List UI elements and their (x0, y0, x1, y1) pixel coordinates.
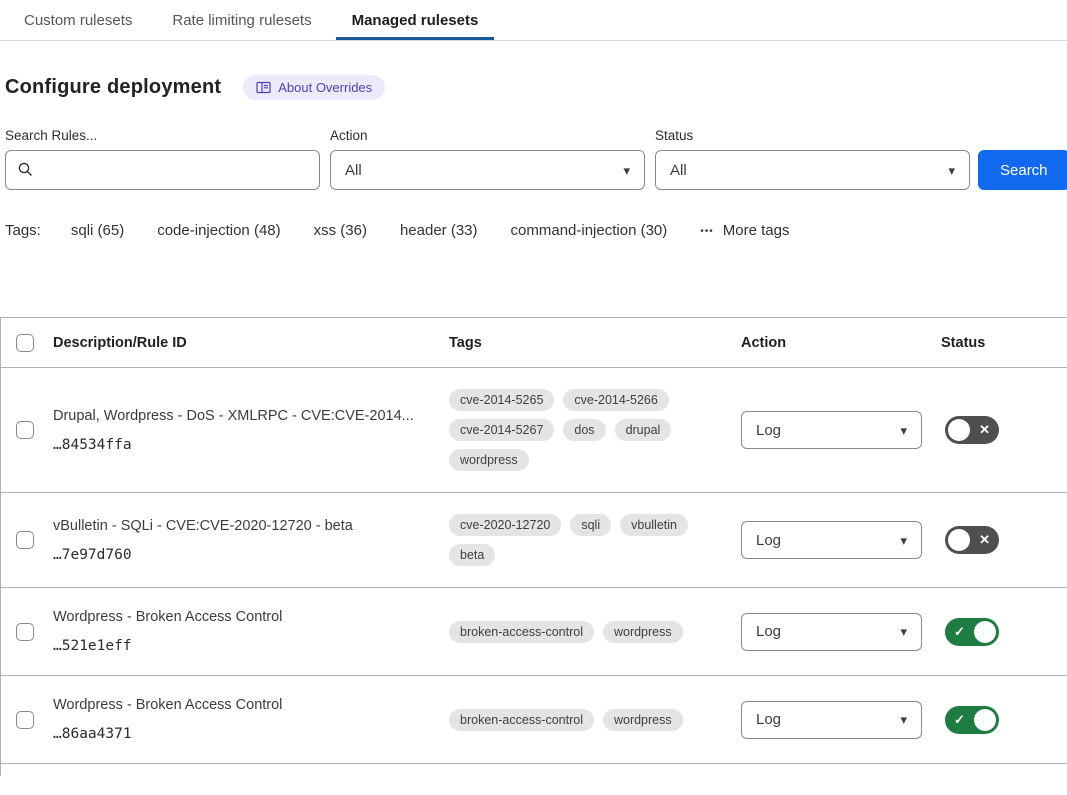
rule-action-select[interactable]: Log ▾ (741, 613, 922, 651)
rule-action-value: Log (756, 623, 781, 640)
badge-label: About Overrides (278, 80, 372, 95)
action-filter-label: Action (330, 128, 645, 143)
tag-pill: broken-access-control (449, 709, 594, 731)
tag-pill: cve-2014-5266 (563, 389, 668, 411)
tab-managed-rulesets[interactable]: Managed rulesets (352, 0, 479, 40)
toggle-knob (974, 621, 996, 643)
ruleset-tabs: Custom rulesets Rate limiting rulesets M… (0, 0, 1067, 41)
tag-filter-header[interactable]: header (33) (400, 222, 478, 239)
rule-status-toggle[interactable]: ✕ (945, 416, 999, 444)
tab-rate-limiting-rulesets[interactable]: Rate limiting rulesets (172, 0, 311, 40)
toggle-state-icon: ✓ (954, 706, 965, 734)
tag-pill: wordpress (603, 709, 683, 731)
rule-description: Wordpress - Broken Access Control (53, 609, 449, 625)
column-header-tags: Tags (449, 335, 741, 351)
action-filter-value: All (345, 162, 362, 179)
toggle-knob (974, 709, 996, 731)
tag-pill: cve-2014-5265 (449, 389, 554, 411)
managed-rulesets-page: Configure deployment About Overrides Sea… (0, 75, 1067, 776)
table-row: vBulletin - SQLi - CVE:CVE-2020-12720 - … (1, 493, 1067, 588)
tag-filter-sqli[interactable]: sqli (65) (71, 222, 124, 239)
column-header-status: Status (941, 335, 1067, 351)
tag-pill: drupal (615, 419, 672, 441)
row-checkbox[interactable] (16, 531, 34, 549)
tag-filter-xss[interactable]: xss (36) (314, 222, 367, 239)
chevron-down-icon: ▾ (900, 713, 907, 726)
table-header-row: Description/Rule ID Tags Action Status (1, 318, 1067, 368)
rule-tags: broken-access-control wordpress (449, 621, 741, 643)
rule-action-value: Log (756, 422, 781, 439)
rule-status-toggle[interactable]: ✓ (945, 706, 999, 734)
chevron-down-icon: ▾ (900, 424, 907, 437)
toggle-state-icon: ✕ (979, 416, 990, 444)
tag-pill: wordpress (603, 621, 683, 643)
status-filter-select[interactable]: All ▾ (655, 150, 970, 190)
rules-table: Description/Rule ID Tags Action Status D… (0, 317, 1067, 776)
ellipsis-icon: ••• (700, 226, 714, 237)
about-overrides-badge[interactable]: About Overrides (243, 75, 385, 100)
action-filter-select[interactable]: All ▾ (330, 150, 645, 190)
search-rules-label: Search Rules... (5, 128, 320, 143)
rule-id: …7e97d760 (53, 547, 449, 563)
rule-action-select[interactable]: Log ▾ (741, 521, 922, 559)
status-filter-value: All (670, 162, 687, 179)
rule-action-select[interactable]: Log ▾ (741, 411, 922, 449)
chevron-down-icon: ▾ (948, 164, 955, 177)
rule-description: vBulletin - SQLi - CVE:CVE-2020-12720 - … (53, 518, 449, 534)
toggle-knob (948, 419, 970, 441)
table-row: Drupal, Wordpress - DoS - XMLRPC - CVE:C… (1, 368, 1067, 493)
rule-tags: cve-2020-12720 sqli vbulletin beta (449, 514, 741, 566)
tag-pill: sqli (570, 514, 611, 536)
rule-description: Drupal, Wordpress - DoS - XMLRPC - CVE:C… (53, 408, 449, 424)
chevron-down-icon: ▾ (900, 534, 907, 547)
rule-tags: cve-2014-5265 cve-2014-5266 cve-2014-5267 d… (449, 389, 741, 471)
rule-action-value: Log (756, 532, 781, 549)
search-rules-input[interactable] (5, 150, 320, 190)
search-button[interactable]: Search (978, 150, 1067, 190)
tag-pill: cve-2014-5267 (449, 419, 554, 441)
tag-pill: wordpress (449, 449, 529, 471)
tag-pill: dos (563, 419, 605, 441)
tag-filter-command-injection[interactable]: command-injection (30) (511, 222, 668, 239)
filter-row: Search Rules... Action All ▾ Status (5, 128, 1062, 190)
rule-id: …86aa4371 (53, 726, 449, 742)
rule-id: …84534ffa (53, 437, 449, 453)
select-all-checkbox[interactable] (16, 334, 34, 352)
column-header-action: Action (741, 335, 941, 351)
tags-row: Tags: sqli (65) code-injection (48) xss … (5, 222, 1062, 239)
toggle-state-icon: ✓ (954, 618, 965, 646)
chevron-down-icon: ▾ (900, 625, 907, 638)
column-header-description: Description/Rule ID (53, 335, 449, 351)
tag-pill: beta (449, 544, 495, 566)
tag-pill: cve-2020-12720 (449, 514, 561, 536)
table-tail (1, 764, 1067, 776)
row-checkbox[interactable] (16, 421, 34, 439)
rule-status-toggle[interactable]: ✓ (945, 618, 999, 646)
toggle-knob (948, 529, 970, 551)
rule-description: Wordpress - Broken Access Control (53, 697, 449, 713)
tag-pill: vbulletin (620, 514, 688, 536)
row-checkbox[interactable] (16, 623, 34, 641)
table-row: Wordpress - Broken Access Control …521e1… (1, 588, 1067, 676)
rule-action-select[interactable]: Log ▾ (741, 701, 922, 739)
tag-filter-code-injection[interactable]: code-injection (48) (157, 222, 280, 239)
rule-id: …521e1eff (53, 638, 449, 654)
more-tags-button[interactable]: ••• More tags (700, 222, 789, 239)
rule-action-value: Log (756, 711, 781, 728)
page-title: Configure deployment (5, 76, 221, 99)
tag-pill: broken-access-control (449, 621, 594, 643)
row-checkbox[interactable] (16, 711, 34, 729)
rule-status-toggle[interactable]: ✕ (945, 526, 999, 554)
heading-row: Configure deployment About Overrides (5, 75, 1062, 100)
toggle-state-icon: ✕ (979, 526, 990, 554)
more-tags-label: More tags (723, 222, 790, 239)
tab-custom-rulesets[interactable]: Custom rulesets (24, 0, 132, 40)
table-row: Wordpress - Broken Access Control …86aa4… (1, 676, 1067, 764)
rule-tags: broken-access-control wordpress (449, 709, 741, 731)
status-filter-label: Status (655, 128, 970, 143)
tags-label: Tags: (5, 222, 41, 239)
chevron-down-icon: ▾ (623, 164, 630, 177)
open-book-icon (256, 81, 271, 94)
